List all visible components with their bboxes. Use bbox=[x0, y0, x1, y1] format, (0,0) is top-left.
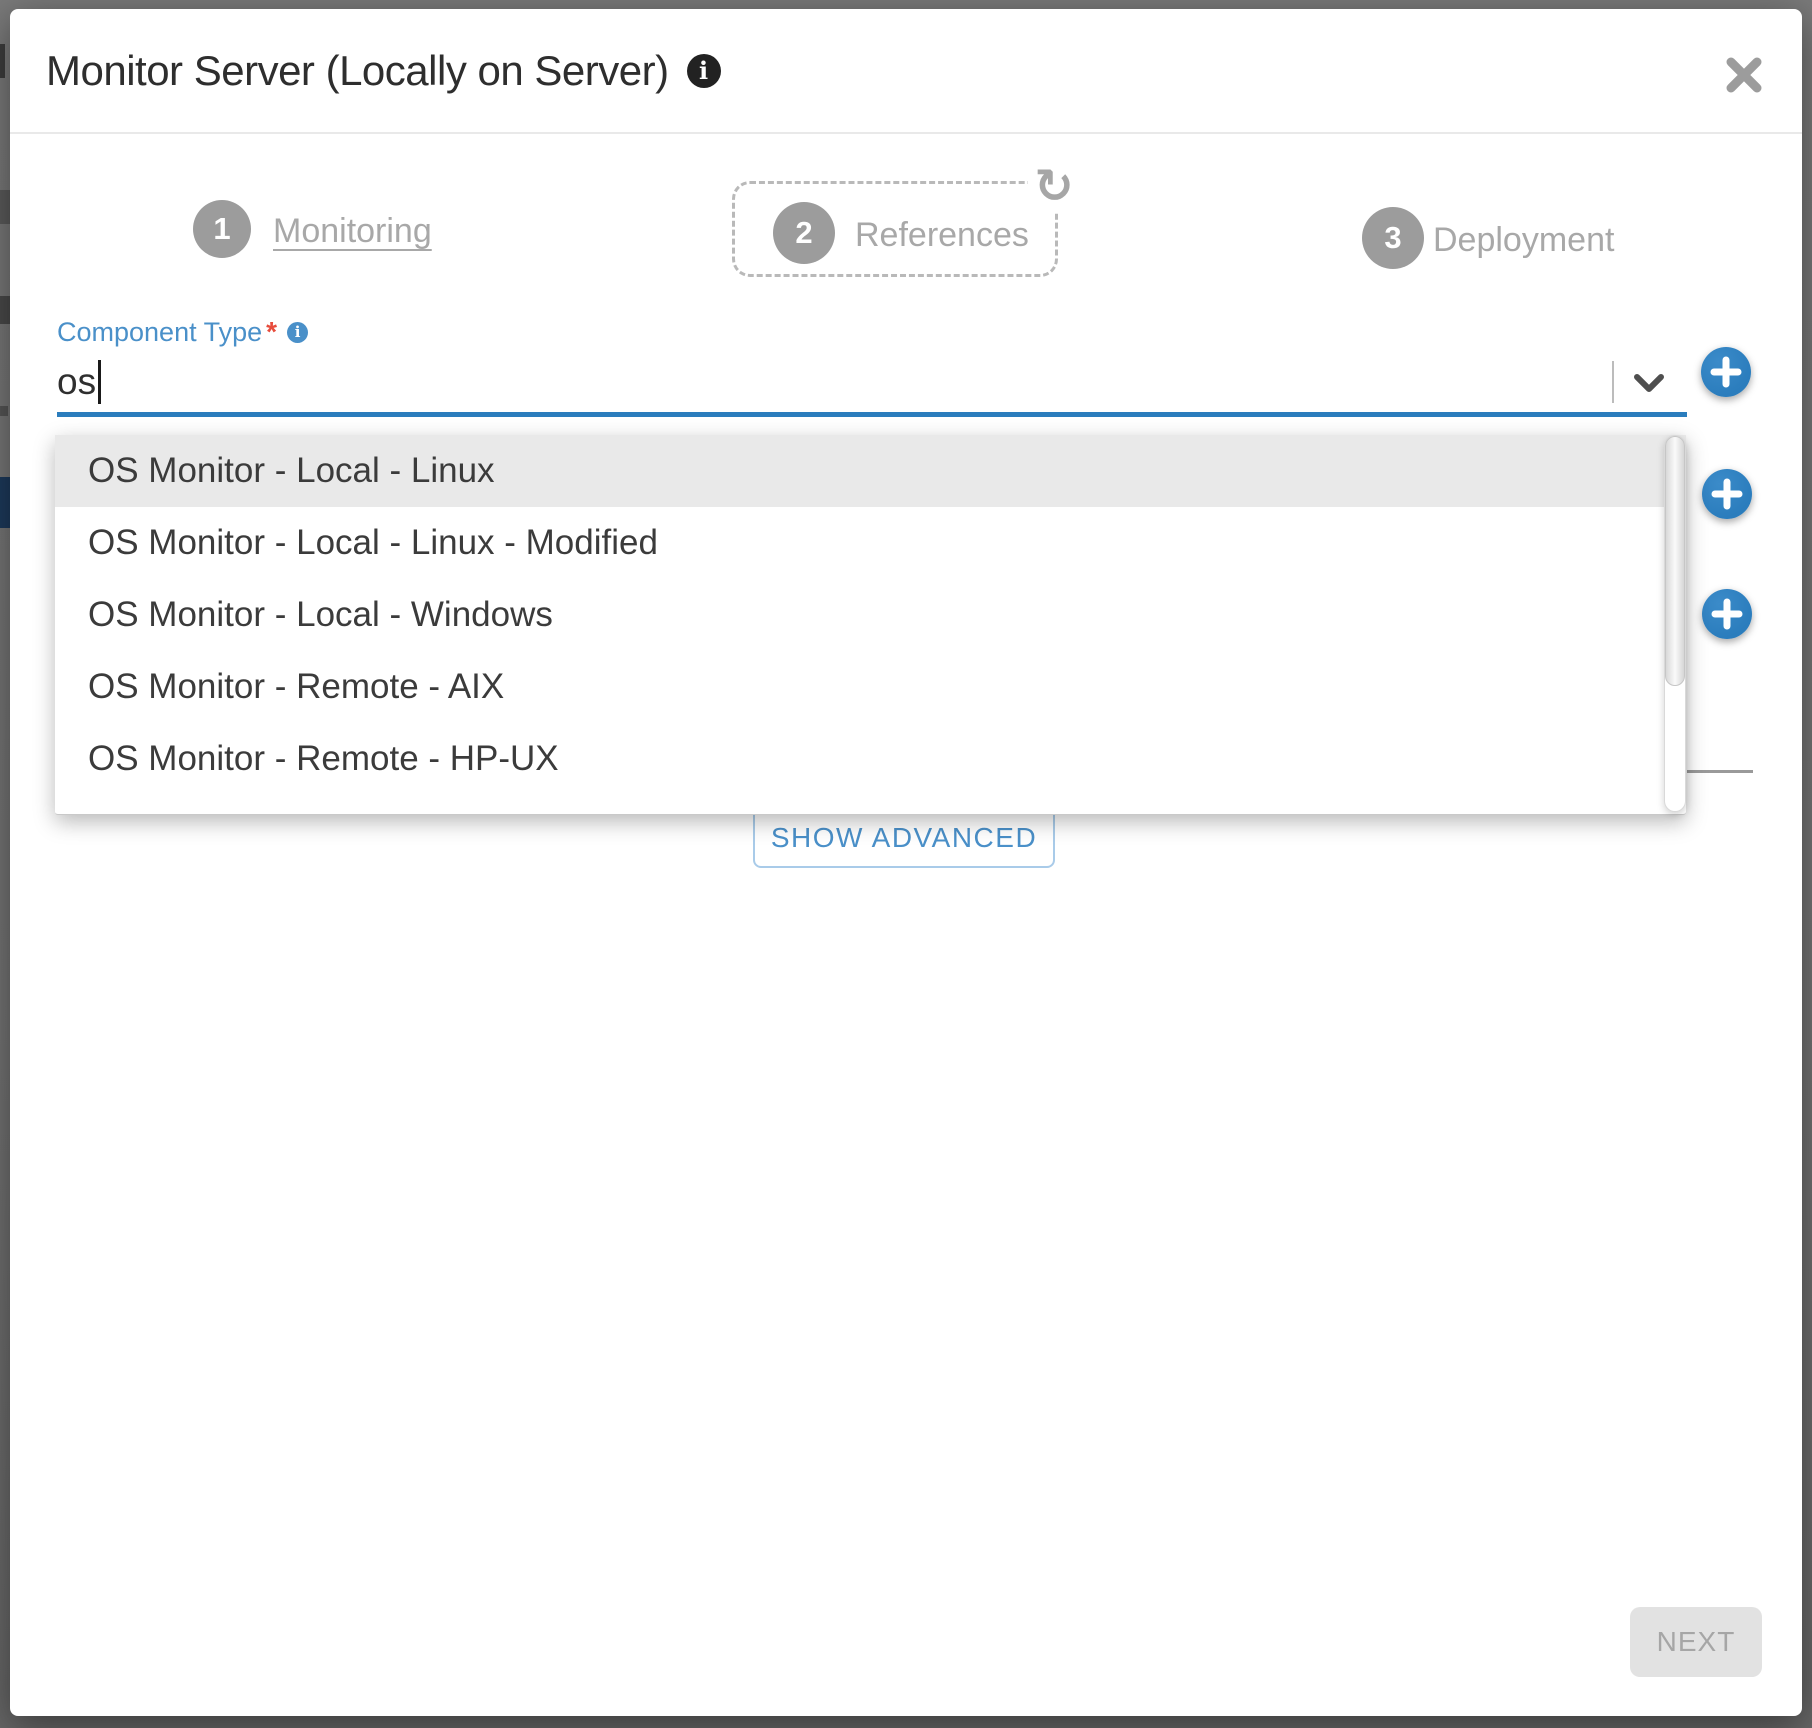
text-caret bbox=[98, 360, 101, 404]
chevron-down-icon bbox=[1634, 374, 1664, 394]
dropdown-scrollbar-track[interactable] bbox=[1664, 435, 1686, 812]
step-3-label: Deployment bbox=[1433, 221, 1614, 260]
suggestion-item[interactable]: OS Monitor - Remote - HP-UX bbox=[55, 723, 1686, 795]
component-type-value: os bbox=[57, 361, 96, 403]
dropdown-toggle[interactable] bbox=[1634, 374, 1664, 394]
step-2-circle: 2 bbox=[773, 202, 835, 264]
close-icon bbox=[1722, 53, 1766, 97]
backdrop-fragment bbox=[0, 44, 5, 78]
step-3-circle: 3 bbox=[1362, 207, 1424, 269]
input-underline bbox=[57, 412, 1687, 417]
dropdown-scrollbar-thumb[interactable] bbox=[1665, 436, 1685, 686]
backdrop-fragment bbox=[0, 406, 8, 416]
suggestion-item[interactable]: OS Monitor - Local - Windows bbox=[55, 579, 1686, 651]
suggestion-item[interactable]: OS Monitor - Remote - AIX bbox=[55, 651, 1686, 723]
hidden-field-underline-fragment bbox=[1687, 770, 1753, 773]
component-type-label-row: Component Type * i bbox=[57, 316, 308, 348]
component-type-label: Component Type bbox=[57, 317, 262, 348]
monitor-server-dialog: Monitor Server (Locally on Server) i 1 M… bbox=[10, 9, 1802, 1716]
dialog-header: Monitor Server (Locally on Server) i bbox=[10, 9, 1802, 134]
step-1-label[interactable]: Monitoring bbox=[273, 212, 432, 251]
field-info-icon[interactable]: i bbox=[287, 322, 308, 343]
step-2-label: References bbox=[855, 216, 1029, 255]
close-button[interactable] bbox=[1722, 53, 1766, 97]
add-row-3-button[interactable] bbox=[1702, 589, 1752, 639]
component-type-input[interactable]: os bbox=[57, 356, 101, 408]
plus-icon bbox=[1702, 589, 1752, 639]
required-marker: * bbox=[266, 316, 277, 348]
suggestion-item[interactable]: OS Monitor - Local - Linux bbox=[55, 435, 1686, 507]
dialog-title: Monitor Server (Locally on Server) bbox=[46, 47, 669, 95]
add-row-2-button[interactable] bbox=[1702, 469, 1752, 519]
suggestion-item[interactable]: OS Monitor - Local - Linux - Modified bbox=[55, 507, 1686, 579]
plus-icon bbox=[1702, 469, 1752, 519]
title-info-icon[interactable]: i bbox=[687, 54, 721, 88]
next-button[interactable]: NEXT bbox=[1630, 1607, 1762, 1677]
screen: { "modal": { "title": "Monitor Server (L… bbox=[0, 0, 1812, 1728]
step-1-circle: 1 bbox=[193, 200, 251, 258]
add-component-type-button[interactable] bbox=[1701, 347, 1751, 397]
plus-icon bbox=[1701, 347, 1751, 397]
component-type-suggestions: OS Monitor - Local - Linux OS Monitor - … bbox=[55, 435, 1686, 815]
refresh-icon[interactable]: ↻ bbox=[1028, 161, 1080, 213]
input-separator bbox=[1612, 361, 1614, 403]
